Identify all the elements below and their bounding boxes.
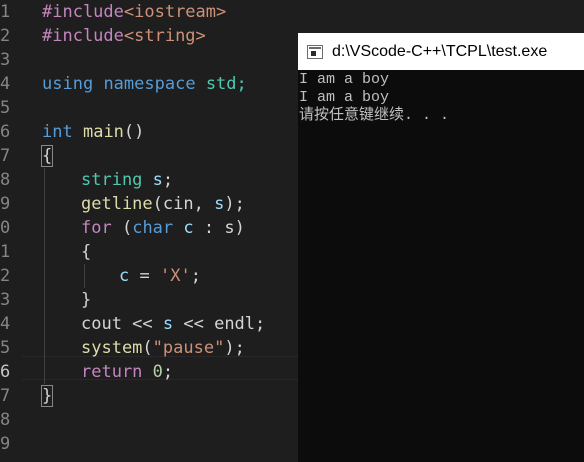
console-line: 请按任意键继续. . . [299,107,450,124]
console-app-icon[interactable] [307,44,323,59]
line-number: 5 [0,98,11,118]
line-number: 5 [0,338,11,358]
code-line: using namespace std; [42,74,247,94]
line-number: 3 [0,50,11,70]
console-window[interactable]: d:\VScode-C++\TCPL\test.exe I am a boy I… [298,33,584,462]
code-line: { [40,144,54,168]
code-line: #include<iostream> [42,2,227,22]
code-line: c = 'X'; [119,266,201,286]
code-line: { [81,242,92,262]
line-number: 4 [0,314,11,334]
code-line: int main() [42,122,145,142]
line-number: 1 [0,2,11,22]
code-line: string s; [81,170,174,190]
console-titlebar[interactable]: d:\VScode-C++\TCPL\test.exe [298,33,584,70]
code-line: for (char c : s) [81,218,245,238]
line-number: 9 [0,434,11,454]
indent-guide [44,168,45,384]
code-line: #include<string> [42,26,206,46]
code-line: } [81,290,92,310]
console-output: I am a boy I am a boy 请按任意键继续. . . [299,71,584,125]
line-number: 4 [0,74,11,94]
console-title: d:\VScode-C++\TCPL\test.exe [332,42,548,60]
code-line: } [40,384,54,408]
indent-guide [84,264,85,288]
code-line: system("pause"); [81,338,245,358]
line-number-active: 6 [0,362,11,382]
matched-brace: { [40,145,54,167]
matched-brace: } [40,385,54,407]
console-line: I am a boy [299,89,390,106]
line-number: 0 [0,218,11,238]
console-line: I am a boy [299,71,390,88]
line-number: 9 [0,194,11,214]
line-number: 7 [0,146,11,166]
line-number: 2 [0,26,11,46]
code-line: return 0; [81,362,174,382]
line-number: 8 [0,410,11,430]
line-number: 2 [0,266,11,286]
line-number: 8 [0,170,11,190]
line-number: 6 [0,122,11,142]
line-number: 3 [0,290,11,310]
code-line: cout << s << endl; [81,314,266,334]
line-number: 7 [0,386,11,406]
line-number: 1 [0,242,11,262]
code-line: getline(cin, s); [81,194,245,214]
